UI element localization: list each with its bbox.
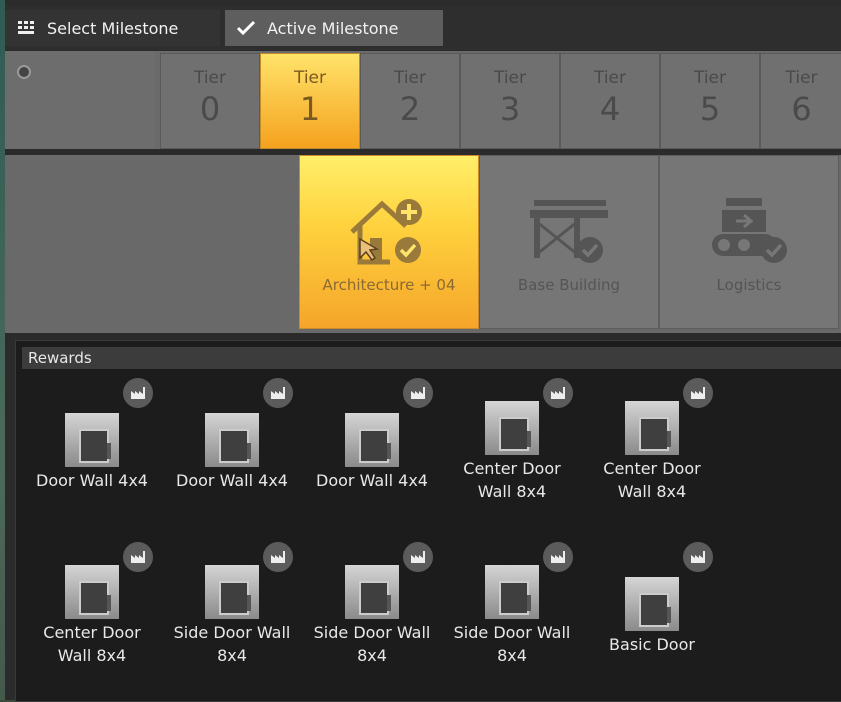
factory-icon <box>121 540 155 574</box>
reward-item[interactable]: Center Door Wall 8x4 <box>442 401 582 503</box>
reward-label: Side Door Wall 8x4 <box>313 623 431 665</box>
factory-icon <box>541 540 575 574</box>
milestone-row: Architecture + 04 Base Building Logistic… <box>5 155 841 333</box>
tier-2[interactable]: Tier 2 <box>360 53 460 149</box>
reward-label: Door Wall 4x4 <box>176 471 288 490</box>
reward-thumbnail <box>345 565 399 619</box>
tier-label: Tier <box>693 68 727 88</box>
tier-label: Tier <box>293 68 327 88</box>
radio-button[interactable] <box>17 65 31 79</box>
reward-thumbnail <box>205 565 259 619</box>
tier-5[interactable]: Tier 5 <box>660 53 760 149</box>
tier-0[interactable]: Tier 0 <box>160 53 260 149</box>
tier-number: 1 <box>299 90 321 128</box>
reward-label: Door Wall 4x4 <box>316 471 428 490</box>
tier-number: 4 <box>599 90 621 128</box>
reward-item[interactable]: Center Door Wall 8x4 <box>582 401 722 503</box>
tier-number: 3 <box>499 90 521 128</box>
milestone-logistics[interactable]: Logistics <box>659 155 839 329</box>
conveyor-belt-icon <box>712 198 787 263</box>
reward-item[interactable]: Door Wall 4x4 <box>162 413 302 492</box>
tier-number: 2 <box>399 90 421 128</box>
house-plus-icon <box>350 199 422 265</box>
reward-thumbnail <box>65 565 119 619</box>
reward-label: Side Door Wall 8x4 <box>173 623 291 665</box>
factory-icon <box>401 540 435 574</box>
tier-label: Tier <box>493 68 527 88</box>
reward-item[interactable]: Door Wall 4x4 <box>22 413 162 492</box>
reward-thumbnail <box>485 565 539 619</box>
tier-left-panel <box>5 51 155 149</box>
tier-label: Tier <box>193 68 227 88</box>
rewards-header: Rewards <box>22 347 841 369</box>
tier-selector: Tier 0 Tier 1 Tier 2 Tier 3 Tier 4 Tier … <box>5 51 841 149</box>
reward-thumbnail <box>485 401 539 455</box>
reward-item[interactable]: Side Door Wall 8x4 <box>162 565 302 667</box>
reward-thumbnail <box>625 401 679 455</box>
conveyor-frame-icon <box>530 200 608 263</box>
tier-1[interactable]: Tier 1 <box>260 53 360 149</box>
milestone-name: Logistics <box>716 276 782 294</box>
reward-label: Side Door Wall 8x4 <box>453 623 571 665</box>
tier-label: Tier <box>593 68 627 88</box>
milestone-architecture[interactable]: Architecture + 04 <box>299 155 479 329</box>
reward-label: Door Wall 4x4 <box>36 471 148 490</box>
reward-item[interactable]: Basic Door <box>582 577 722 656</box>
checkmark-icon <box>237 19 255 37</box>
tab-select-milestone[interactable]: Select Milestone <box>5 10 220 46</box>
tier-number: 5 <box>699 90 721 128</box>
factory-icon <box>681 540 715 574</box>
factory-icon <box>121 376 155 410</box>
reward-item[interactable]: Center Door Wall 8x4 <box>22 565 162 667</box>
factory-icon <box>261 376 295 410</box>
milestone-base-building[interactable]: Base Building <box>479 155 659 329</box>
factory-icon <box>401 376 435 410</box>
tab-select-label: Select Milestone <box>47 18 179 38</box>
reward-label: Basic Door <box>609 635 695 654</box>
tier-label: Tier <box>393 68 427 88</box>
factory-icon <box>541 376 575 410</box>
factory-icon <box>681 376 715 410</box>
tier-number: 6 <box>791 90 812 128</box>
milestone-name: Architecture + 04 <box>322 276 456 294</box>
rewards-panel: Rewards Door Wall 4x4 Door Wall 4x4 Door… <box>15 340 841 702</box>
tier-6[interactable]: Tier 6 <box>760 53 841 149</box>
tier-3[interactable]: Tier 3 <box>460 53 560 149</box>
tab-active-milestone[interactable]: Active Milestone <box>225 10 443 46</box>
reward-item[interactable]: Door Wall 4x4 <box>302 413 442 492</box>
reward-item[interactable]: Side Door Wall 8x4 <box>302 565 442 667</box>
reward-item[interactable]: Side Door Wall 8x4 <box>442 565 582 667</box>
reward-thumbnail <box>625 577 679 631</box>
reward-thumbnail <box>65 413 119 467</box>
tab-active-label: Active Milestone <box>267 18 399 38</box>
tier-number: 0 <box>199 90 221 128</box>
grid-icon <box>17 19 35 37</box>
factory-icon <box>261 540 295 574</box>
reward-thumbnail <box>345 413 399 467</box>
reward-label: Center Door Wall 8x4 <box>43 623 141 665</box>
tier-4[interactable]: Tier 4 <box>560 53 660 149</box>
reward-thumbnail <box>205 413 259 467</box>
tier-label: Tier <box>785 68 818 88</box>
tab-bar: Select Milestone Active Milestone <box>5 6 841 50</box>
milestone-name: Base Building <box>517 276 621 294</box>
reward-label: Center Door Wall 8x4 <box>463 459 561 501</box>
reward-label: Center Door Wall 8x4 <box>603 459 701 501</box>
